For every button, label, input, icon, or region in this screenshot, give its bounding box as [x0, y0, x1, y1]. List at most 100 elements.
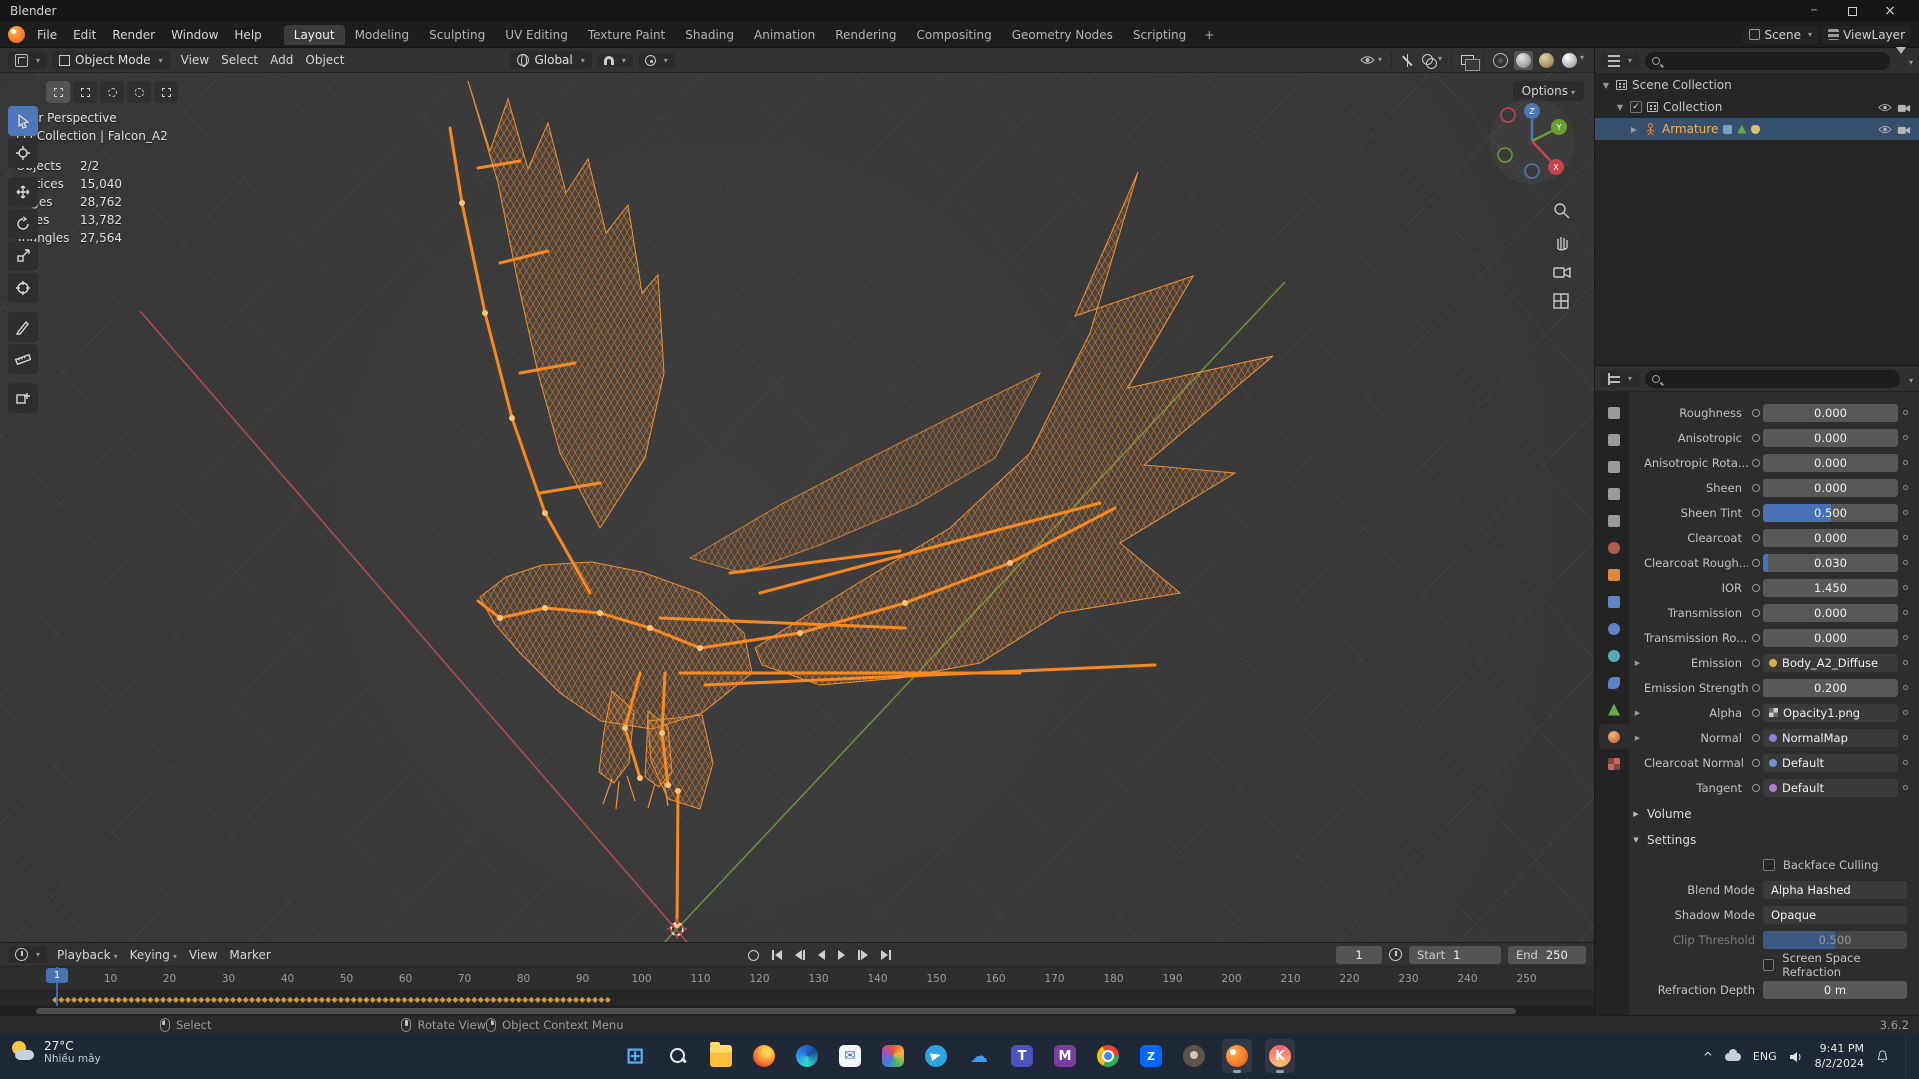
hidden-icons-chevron-icon[interactable]: ^	[1703, 1050, 1713, 1064]
property-expander-icon[interactable]: ▶	[1631, 659, 1644, 667]
taskbar-edge[interactable]	[792, 1039, 822, 1073]
property-value-field[interactable]: NormalMap	[1763, 728, 1898, 747]
select-mode-intersect[interactable]	[154, 81, 178, 103]
jump-to-end-button[interactable]	[878, 948, 894, 962]
workspace-tab[interactable]: Geometry Nodes	[1002, 25, 1123, 45]
taskbar-chrome[interactable]	[1093, 1039, 1123, 1073]
material-property-row[interactable]: Transmission Ro... 0.000	[1631, 625, 1913, 650]
properties-tab-object-data[interactable]	[1599, 697, 1629, 722]
backface-culling-checkbox[interactable]	[1763, 858, 1775, 871]
input-socket-icon[interactable]	[1748, 708, 1763, 717]
notification-bell-icon[interactable]	[1876, 1050, 1889, 1063]
scale-tool[interactable]	[8, 241, 38, 271]
property-value-field[interactable]: 0.000	[1763, 453, 1898, 472]
animate-decorator-icon[interactable]	[1898, 785, 1913, 790]
play-button[interactable]	[835, 948, 848, 962]
play-reverse-button[interactable]	[815, 948, 828, 962]
material-property-row[interactable]: Clearcoat 0.000	[1631, 525, 1913, 550]
input-socket-icon[interactable]	[1748, 758, 1763, 767]
previous-keyframe-button[interactable]	[792, 948, 808, 962]
taskbar-onedrive[interactable]: ☁	[964, 1039, 994, 1073]
input-socket-icon[interactable]	[1748, 583, 1763, 592]
input-socket-icon[interactable]	[1748, 508, 1763, 517]
material-property-row[interactable]: ▶ Emission Body_A2_Diffuse	[1631, 650, 1913, 675]
animate-decorator-icon[interactable]	[1898, 685, 1913, 690]
properties-tab-constraints[interactable]	[1599, 670, 1629, 695]
shading-solid-button[interactable]	[1513, 50, 1533, 70]
outliner-editor-type-button[interactable]	[1601, 52, 1640, 69]
material-property-row[interactable]: Tangent Default	[1631, 775, 1913, 800]
shading-material-button[interactable]	[1537, 51, 1556, 70]
properties-tab-world[interactable]	[1599, 535, 1629, 560]
clock-widget[interactable]: 9:41 PM 8/2/2024	[1815, 1042, 1864, 1071]
restore-icon[interactable]	[1833, 0, 1871, 22]
taskbar-photos[interactable]	[878, 1039, 908, 1073]
cursor-tool[interactable]	[8, 138, 38, 168]
property-value-field[interactable]: Default	[1763, 753, 1898, 772]
object-visibility-dropdown[interactable]	[1358, 53, 1384, 67]
outliner-editor[interactable]: ▼ Scene Collection ▼ Collection ▶ Arm	[1595, 46, 1919, 366]
property-expander-icon[interactable]: ▶	[1631, 709, 1644, 717]
property-value-field[interactable]: 0.000	[1763, 528, 1898, 547]
material-property-row[interactable]: Emission Strength 0.200	[1631, 675, 1913, 700]
workspace-tab[interactable]: Shading	[675, 25, 744, 45]
input-socket-icon[interactable]	[1748, 483, 1763, 492]
menu-item[interactable]: Help	[226, 26, 269, 44]
collection-exclude-checkbox[interactable]	[1630, 101, 1642, 113]
timeline-menu-item[interactable]: Playback	[51, 946, 124, 964]
scrollbar-thumb[interactable]	[36, 1008, 1516, 1014]
animate-decorator-icon[interactable]	[1898, 510, 1913, 515]
viewport-menu-item[interactable]: Select	[215, 51, 264, 69]
workspace-tab[interactable]: Compositing	[906, 25, 1001, 45]
menu-item[interactable]: Edit	[65, 26, 104, 44]
workspace-tab[interactable]: Rendering	[825, 25, 906, 45]
property-value-field[interactable]: 0.000	[1763, 403, 1898, 422]
menu-item[interactable]: Render	[104, 26, 163, 44]
select-mode-lasso[interactable]	[127, 81, 151, 103]
ortho-grid-icon[interactable]	[1552, 292, 1572, 312]
current-frame-field[interactable]: 1	[1336, 945, 1382, 964]
settings-section-header[interactable]: ▼ Settings	[1631, 828, 1913, 852]
minimize-icon[interactable]	[1795, 0, 1833, 22]
input-socket-icon[interactable]	[1748, 633, 1763, 642]
properties-tab-render[interactable]	[1599, 427, 1629, 452]
proportional-editing-dropdown[interactable]	[637, 52, 675, 68]
expander-icon[interactable]: ▶	[1629, 125, 1639, 134]
outliner-search-field[interactable]	[1645, 51, 1890, 70]
material-property-row[interactable]: Transmission 0.000	[1631, 600, 1913, 625]
animate-decorator-icon[interactable]	[1898, 485, 1913, 490]
material-property-row[interactable]: Clearcoat Normal Default	[1631, 750, 1913, 775]
weather-widget[interactable]: 27°C Nhiều mây	[10, 1039, 101, 1065]
show-gizmo-toggle[interactable]	[1399, 52, 1416, 69]
language-indicator[interactable]: ENG	[1753, 1050, 1777, 1063]
rotate-tool[interactable]	[8, 209, 38, 239]
animate-decorator-icon[interactable]	[1898, 760, 1913, 765]
properties-editor-type-button[interactable]	[1601, 370, 1640, 387]
pan-hand-icon[interactable]	[1552, 232, 1572, 252]
outliner-row-armature[interactable]: ▶ Armature	[1595, 118, 1919, 140]
transform-tool[interactable]	[8, 273, 38, 303]
property-value-field[interactable]: Default	[1763, 778, 1898, 797]
input-socket-icon[interactable]	[1748, 433, 1763, 442]
shadow-mode-dropdown[interactable]: Opaque	[1763, 905, 1907, 924]
shading-wireframe-button[interactable]	[1491, 51, 1510, 70]
taskbar-mail[interactable]: ✉	[835, 1039, 865, 1073]
animate-decorator-icon[interactable]	[1898, 585, 1913, 590]
timeline-menu-item[interactable]: Keying	[124, 946, 183, 964]
snapping-dropdown[interactable]	[596, 53, 633, 67]
property-value-field[interactable]: 0.000	[1763, 628, 1898, 647]
falcon-mesh[interactable]	[467, 80, 1274, 810]
properties-tab-tool[interactable]	[1599, 400, 1629, 425]
input-socket-icon[interactable]	[1748, 683, 1763, 692]
animate-decorator-icon[interactable]	[1898, 710, 1913, 715]
material-property-row[interactable]: Clearcoat Rough... 0.030	[1631, 550, 1913, 575]
properties-editor[interactable]: Roughness 0.000	[1595, 366, 1919, 1015]
material-property-row[interactable]: Anisotropic Rota... 0.000	[1631, 450, 1913, 475]
animate-decorator-icon[interactable]	[1898, 410, 1913, 415]
properties-tab-object[interactable]	[1599, 562, 1629, 587]
properties-tab-particles[interactable]	[1599, 616, 1629, 641]
select-mode-tweak[interactable]	[46, 81, 70, 103]
keyframe-diamonds[interactable]: ◆◆◆◆◆◆◆◆◆◆◆◆◆◆◆◆◆◆◆◆◆◆◆◆◆◆◆◆◆◆◆◆◆◆◆◆◆◆◆◆…	[52, 995, 611, 1004]
input-socket-icon[interactable]	[1748, 533, 1763, 542]
hide-eye-icon[interactable]	[1878, 125, 1892, 134]
